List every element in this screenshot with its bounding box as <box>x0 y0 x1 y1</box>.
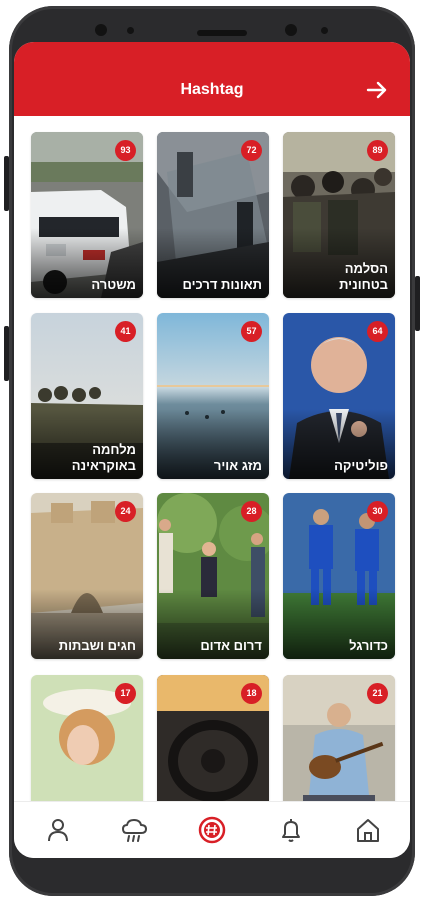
card-label: פוליטיקה <box>334 458 388 473</box>
phone-sensor <box>127 27 134 34</box>
card-label: מלחמה באוקראינה <box>71 442 136 473</box>
user-icon[interactable] <box>44 816 72 844</box>
phone-side-button <box>4 326 9 381</box>
hashtag-card-holidays[interactable]: 24 חגים ושבתות <box>31 493 143 659</box>
hashtag-icon[interactable] <box>198 816 226 844</box>
hashtag-card-politics[interactable]: 64 פוליטיקה <box>283 313 395 479</box>
phone-side-button <box>415 276 420 331</box>
app-header: Hashtag <box>14 42 410 116</box>
card-label: תאונות דרכים <box>182 277 262 292</box>
count-badge: 72 <box>241 140 262 161</box>
hashtag-card-security-escalation[interactable]: 89 הסלמה בטחונית <box>283 132 395 298</box>
hashtag-card-weather[interactable]: 57 מזג אויר <box>157 313 269 479</box>
bell-icon[interactable] <box>277 816 305 844</box>
card-label: חגים ושבתות <box>58 638 136 653</box>
phone-camera <box>95 24 107 36</box>
card-label: מזג אויר <box>213 458 262 473</box>
hashtag-card-road-accidents[interactable]: 72 תאונות דרכים <box>157 132 269 298</box>
count-badge: 93 <box>115 140 136 161</box>
count-badge: 28 <box>241 501 262 522</box>
home-icon[interactable] <box>354 816 382 844</box>
card-label: הסלמה בטחונית <box>339 261 388 292</box>
phone-speaker <box>197 30 247 36</box>
hashtag-card-football[interactable]: 30 כדורגל <box>283 493 395 659</box>
count-badge: 18 <box>241 683 262 704</box>
count-badge: 24 <box>115 501 136 522</box>
app-screen: Hashtag 93 משטרה 72 תאונות דרכים 89 הסלמ… <box>14 42 410 858</box>
phone-sensor <box>321 27 328 34</box>
bottom-navigation <box>14 801 410 858</box>
hashtag-card-police[interactable]: 93 משטרה <box>31 132 143 298</box>
weather-cloud-icon[interactable] <box>120 816 148 844</box>
card-label: דרום אדום <box>200 638 262 653</box>
hashtag-card-ukraine-war[interactable]: 41 מלחמה באוקראינה <box>31 313 143 479</box>
phone-side-button <box>4 156 9 211</box>
count-badge: 17 <box>115 683 136 704</box>
count-badge: 57 <box>241 321 262 342</box>
phone-front-camera <box>285 24 297 36</box>
card-label: משטרה <box>91 277 136 292</box>
count-badge: 41 <box>115 321 136 342</box>
count-badge: 89 <box>367 140 388 161</box>
count-badge: 21 <box>367 683 388 704</box>
arrow-right-icon[interactable] <box>366 81 388 99</box>
count-badge: 64 <box>367 321 388 342</box>
hashtag-card-red-south[interactable]: 28 דרום אדום <box>157 493 269 659</box>
card-label: כדורגל <box>349 638 388 653</box>
hashtag-grid: 93 משטרה 72 תאונות דרכים 89 הסלמה בטחוני… <box>31 132 395 841</box>
count-badge: 30 <box>367 501 388 522</box>
page-title: Hashtag <box>180 81 244 98</box>
